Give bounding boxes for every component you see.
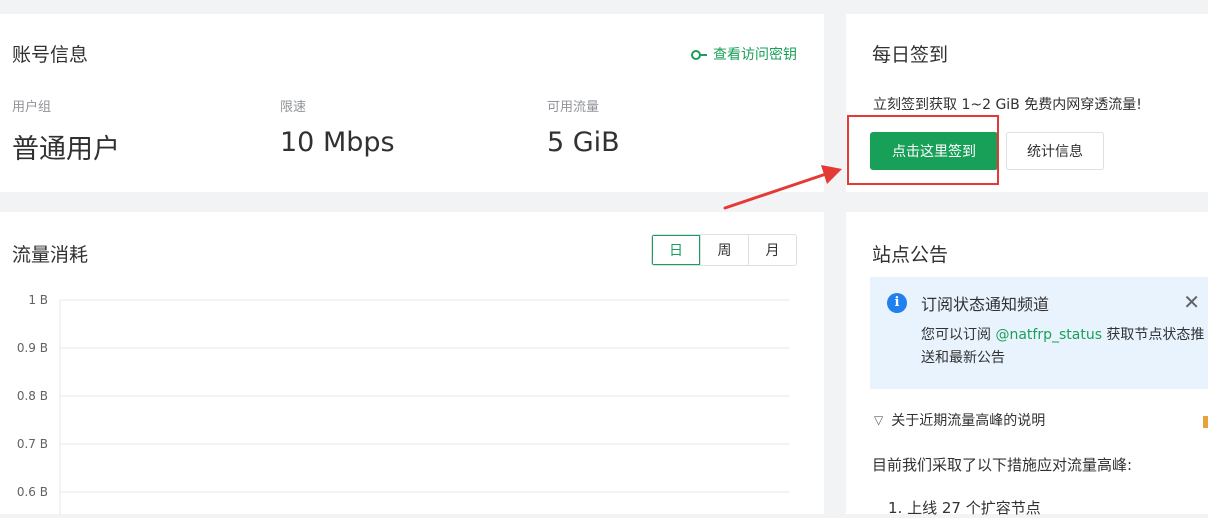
tab-week[interactable]: 周 [700,235,748,265]
stat-value: 5 GiB [547,127,620,158]
y-tick-label: 0.8 B [17,389,48,403]
traffic-usage-title: 流量消耗 [12,244,89,266]
key-icon [691,49,707,60]
tab-month[interactable]: 月 [748,235,796,265]
stat-label: 限速 [280,100,307,115]
stats-button[interactable]: 统计信息 [1006,132,1104,170]
account-info-title: 账号信息 [12,44,89,66]
traffic-usage-card: 流量消耗 日 周 月 1 B 0.9 B 0.8 B 0.7 B 0.6 B [0,212,824,514]
traffic-chart: 1 B 0.9 B 0.8 B 0.7 B 0.6 B [17,293,790,514]
account-info-card: 账号信息 查看访问密钥 用户组 普通用户 限速 10 Mbps 可用流量 5 G… [0,14,824,192]
daily-checkin-title: 每日签到 [872,44,949,66]
stat-value: 普通用户 [12,134,120,165]
close-icon[interactable]: ✕ [1183,290,1200,314]
stat-value: 10 Mbps [280,127,395,158]
y-tick-label: 0.9 B [17,341,48,355]
notice-list-item: 1. 上线 27 个扩容节点 [888,499,1041,517]
traffic-peak-collapse[interactable]: ▽ 关于近期流量高峰的说明 [874,410,1045,430]
period-toggle: 日 周 月 [651,234,797,266]
stat-user-group: 用户组 普通用户 [12,96,120,166]
tab-day[interactable]: 日 [652,235,700,265]
stat-label: 用户组 [12,100,52,115]
alert-title: 订阅状态通知频道 [921,295,1050,314]
info-icon: i [887,293,907,313]
checkin-description: 立刻签到获取 1~2 GiB 免费内网穿透流量! [873,97,1142,113]
view-access-key-label: 查看访问密钥 [713,47,797,63]
notice-paragraph: 目前我们采取了以下措施应对流量高峰: [872,456,1133,474]
chevron-down-icon: ▽ [874,413,884,427]
site-notice-card: 站点公告 i 订阅状态通知频道 ✕ 您可以订阅 @natfrp_status 获… [846,212,1208,517]
subscribe-alert: i 订阅状态通知频道 ✕ 您可以订阅 @natfrp_status 获取节点状态… [870,277,1208,389]
view-access-key-link[interactable]: 查看访问密钥 [691,44,797,64]
edge-indicator [1203,416,1208,428]
alert-body: 您可以订阅 @natfrp_status 获取节点状态推送和最新公告 [921,324,1208,370]
alert-body-prefix: 您可以订阅 [921,327,996,343]
annotation-highlight-box [847,115,999,185]
y-tick-label: 1 B [28,293,48,307]
y-tick-label: 0.7 B [17,437,48,451]
annotation-arrow [723,165,842,210]
stat-label: 可用流量 [547,100,600,115]
stat-available-traffic: 可用流量 5 GiB [547,96,620,158]
collapse-title: 关于近期流量高峰的说明 [891,413,1046,429]
y-tick-label: 0.6 B [17,485,48,499]
stat-speed-limit: 限速 10 Mbps [280,96,395,158]
status-channel-link[interactable]: @natfrp_status [995,327,1102,343]
site-notice-title: 站点公告 [872,244,949,266]
